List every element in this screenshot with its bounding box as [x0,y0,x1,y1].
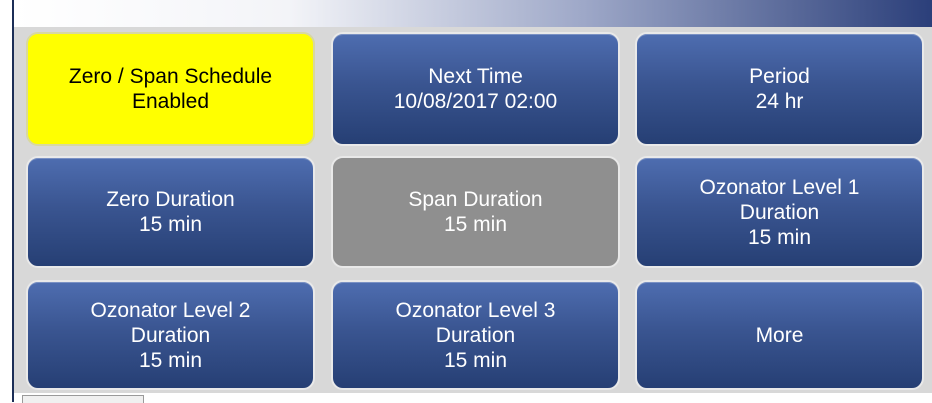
span-duration-label: Span Duration [408,188,543,211]
ozonator-level-3-duration-button[interactable]: Ozonator Level 3 Duration 15 min [331,280,620,390]
more-button[interactable]: More [635,280,924,390]
ozonator-level-1-label: Ozonator Level 1 [699,175,860,199]
zero-duration-value: 15 min [138,213,203,236]
next-time-label: Next Time [428,65,523,88]
zero-span-schedule-button[interactable]: Zero / Span Schedule Enabled [26,32,315,146]
ozonator-level-1-duration-button[interactable]: Ozonator Level 1 Duration 15 min [635,156,924,268]
next-time-value: 10/08/2017 02:00 [393,90,558,113]
span-duration-value: 15 min [443,213,508,236]
ozonator-level-3-label: Ozonator Level 3 [395,298,556,322]
zero-span-schedule-label: Zero / Span Schedule [68,65,273,88]
bottom-strip [14,393,932,402]
ozonator-level-3-value: 15 min [443,348,508,372]
zero-span-schedule-value: Enabled [131,90,210,113]
title-bar [14,0,932,27]
period-value: 24 hr [755,90,804,113]
ozonator-level-2-sublabel: Duration [130,323,211,347]
ozonator-level-2-value: 15 min [138,348,203,372]
zero-duration-label: Zero Duration [106,188,235,211]
next-time-button[interactable]: Next Time 10/08/2017 02:00 [331,32,620,146]
zero-duration-button[interactable]: Zero Duration 15 min [26,156,315,268]
ozonator-level-1-sublabel: Duration [739,200,820,224]
ozonator-level-3-sublabel: Duration [435,323,516,347]
period-label: Period [749,65,810,88]
span-duration-button[interactable]: Span Duration 15 min [331,156,620,268]
ozonator-level-2-duration-button[interactable]: Ozonator Level 2 Duration 15 min [26,280,315,390]
ozonator-level-2-label: Ozonator Level 2 [90,298,251,322]
ozonator-level-1-value: 15 min [747,225,812,249]
more-label: More [755,323,804,347]
period-button[interactable]: Period 24 hr [635,32,924,146]
